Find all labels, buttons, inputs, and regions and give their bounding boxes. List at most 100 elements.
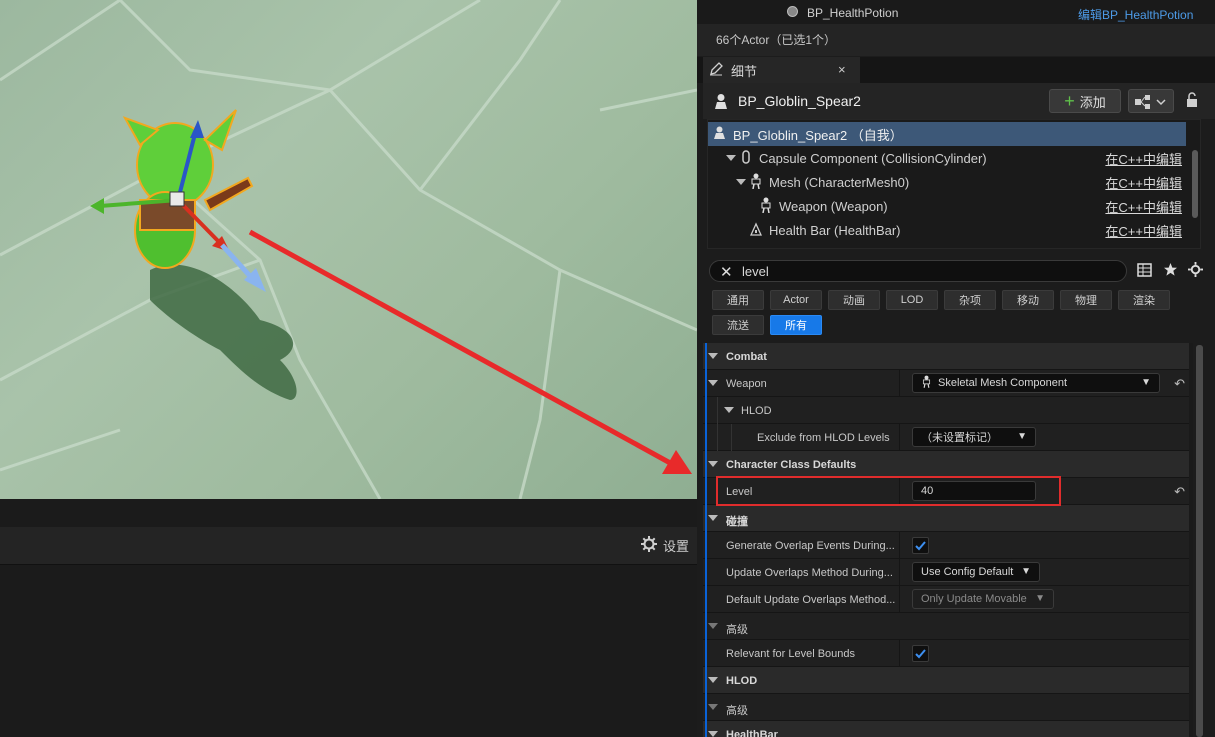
property-scrollbar[interactable] <box>1196 345 1203 737</box>
capsule-icon <box>739 149 753 167</box>
hlod-levels-dropdown[interactable]: （未设置标记） ▼ <box>912 427 1036 447</box>
property-default-update-overlap: Default Update Overlaps Method... Only U… <box>703 586 1189 613</box>
advanced-hlod[interactable]: 高级 <box>703 694 1189 721</box>
property-hlod-sub: HLOD <box>703 397 1189 424</box>
actor-name: BP_Globlin_Spear2 <box>738 93 861 109</box>
category-collision[interactable]: 碰撞 <box>703 505 1189 532</box>
filter-animation[interactable]: 动画 <box>828 290 880 310</box>
chevron-down-icon: ▼ <box>1017 431 1027 442</box>
filter-actor[interactable]: Actor <box>770 290 822 310</box>
dropdown-value: Skeletal Mesh Component <box>938 377 1068 389</box>
outliner-item-name: BP_HealthPotion <box>807 6 899 20</box>
close-icon[interactable]: × <box>838 62 846 77</box>
chevron-down-icon: ▼ <box>1021 566 1031 577</box>
add-label: 添加 <box>1079 94 1106 110</box>
edit-in-cpp-link[interactable]: 在C++中编辑 <box>1105 197 1182 216</box>
category-healthbar[interactable]: HealthBar <box>703 721 1189 737</box>
highlight-box <box>716 476 1061 506</box>
search-row: ✕ <box>703 258 1215 284</box>
edit-in-cpp-link[interactable]: 在C++中编辑 <box>1105 173 1182 192</box>
expand-triangle-icon[interactable] <box>708 704 718 710</box>
tab-details-label: 细节 <box>731 63 758 79</box>
expand-triangle-icon[interactable] <box>708 380 718 386</box>
star-icon[interactable] <box>1163 262 1178 280</box>
category-hlod[interactable]: HLOD <box>703 667 1189 694</box>
skeleton-icon <box>759 197 773 216</box>
property-label: Generate Overlap Events During... <box>726 540 895 552</box>
skeleton-icon <box>749 173 763 192</box>
tree-row-label: Mesh (CharacterMesh0) <box>769 174 910 190</box>
property-list: Combat Weapon Skeletal Mesh Component ▼ … <box>703 343 1193 737</box>
gear-icon[interactable] <box>1188 262 1203 280</box>
category-label: Character Class Defaults <box>726 459 857 471</box>
collapse-triangle-icon[interactable] <box>708 515 718 521</box>
filter-physics[interactable]: 物理 <box>1060 290 1112 310</box>
edit-in-cpp-link[interactable]: 在C++中编辑 <box>1105 149 1182 168</box>
blueprint-dropdown-button[interactable] <box>1128 89 1174 113</box>
tree-row-weapon[interactable]: Weapon (Weapon) 在C++中编辑 <box>708 194 1186 218</box>
expand-triangle-icon[interactable] <box>726 155 736 161</box>
collapse-triangle-icon[interactable] <box>724 407 734 413</box>
reset-to-default-icon[interactable]: ↶ <box>1174 484 1185 500</box>
subcategory-label: HLOD <box>741 405 772 417</box>
weapon-component-dropdown[interactable]: Skeletal Mesh Component ▼ <box>912 373 1160 393</box>
tree-row-label: Capsule Component (CollisionCylinder) <box>759 150 987 166</box>
property-exclude-hlod: Exclude from HLOD Levels （未设置标记） ▼ <box>703 424 1189 451</box>
filter-lod[interactable]: LOD <box>886 290 938 310</box>
tab-details[interactable]: 细节 <box>703 57 860 83</box>
property-label: Default Update Overlaps Method... <box>726 594 896 606</box>
lock-icon[interactable] <box>1185 92 1199 111</box>
property-label: Update Overlaps Method During... <box>726 567 893 579</box>
collapse-triangle-icon[interactable] <box>708 731 718 737</box>
clear-search-icon[interactable]: ✕ <box>720 263 733 281</box>
tree-scrollbar[interactable] <box>1192 150 1198 218</box>
filter-streaming[interactable]: 流送 <box>712 315 764 335</box>
expand-triangle-icon[interactable] <box>736 179 746 185</box>
level-viewport[interactable] <box>0 0 697 499</box>
collapse-triangle-icon[interactable] <box>708 461 718 467</box>
scrollbar-thumb[interactable] <box>1196 345 1203 737</box>
component-tree: BP_Globlin_Spear2 （自我） Capsule Component… <box>707 119 1201 249</box>
filter-rendering[interactable]: 渲染 <box>1118 290 1170 310</box>
dropdown-value: Only Update Movable <box>921 593 1027 605</box>
category-combat[interactable]: Combat <box>703 343 1189 370</box>
tree-row-self[interactable]: BP_Globlin_Spear2 （自我） <box>708 122 1186 146</box>
filter-general[interactable]: 通用 <box>712 290 764 310</box>
filter-all[interactable]: 所有 <box>770 315 822 335</box>
outliner-row[interactable]: BP_HealthPotion 编辑BP_HealthPotion <box>697 0 1215 24</box>
category-label: HLOD <box>726 675 758 687</box>
search-input[interactable] <box>742 263 1102 279</box>
search-box[interactable]: ✕ <box>709 260 1127 282</box>
filter-movement[interactable]: 移动 <box>1002 290 1054 310</box>
reset-to-default-icon[interactable]: ↶ <box>1174 376 1185 392</box>
edit-in-cpp-link[interactable]: 在C++中编辑 <box>1105 221 1182 240</box>
tab-bar: 细节 × <box>697 57 1215 83</box>
dropdown-value: Use Config Default <box>921 566 1014 578</box>
advanced-collision[interactable]: 高级 <box>703 613 1189 640</box>
table-view-icon[interactable] <box>1137 263 1152 280</box>
generate-overlap-checkbox[interactable] <box>912 537 929 554</box>
pawn-icon <box>714 93 728 112</box>
tree-row-mesh[interactable]: Mesh (CharacterMesh0) 在C++中编辑 <box>708 170 1186 194</box>
property-label: Weapon <box>726 378 767 390</box>
expand-triangle-icon[interactable] <box>708 623 718 629</box>
gear-icon <box>640 536 657 555</box>
chevron-down-icon: ▼ <box>1035 593 1045 604</box>
relevant-level-bounds-checkbox[interactable] <box>912 645 929 662</box>
edit-blueprint-link[interactable]: 编辑BP_HealthPotion <box>1078 6 1194 23</box>
tree-row-healthbar[interactable]: Health Bar (HealthBar) 在C++中编辑 <box>708 218 1186 242</box>
update-overlap-dropdown[interactable]: Use Config Default ▼ <box>912 562 1040 582</box>
collapse-triangle-icon[interactable] <box>708 353 718 359</box>
collapse-triangle-icon[interactable] <box>708 677 718 683</box>
right-panel: BP_HealthPotion 编辑BP_HealthPotion 66个Act… <box>697 0 1215 737</box>
pawn-icon <box>714 126 725 142</box>
tree-row-capsule[interactable]: Capsule Component (CollisionCylinder) 在C… <box>708 146 1186 170</box>
details-pencil-icon <box>709 61 723 79</box>
sphere-icon <box>787 6 798 17</box>
filter-misc[interactable]: 杂项 <box>944 290 996 310</box>
settings-button[interactable]: 设置 <box>640 536 689 555</box>
add-component-button[interactable]: + 添加 <box>1049 89 1121 113</box>
category-character-defaults[interactable]: Character Class Defaults <box>703 451 1189 478</box>
category-label: HealthBar <box>726 729 778 737</box>
details-header: BP_Globlin_Spear2 + 添加 <box>703 83 1215 119</box>
